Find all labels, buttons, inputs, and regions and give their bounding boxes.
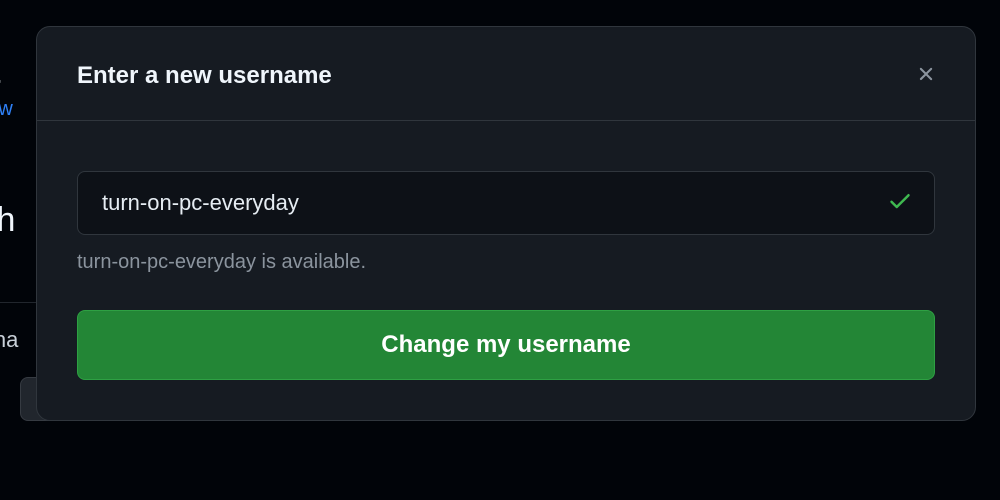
modal-header: Enter a new username [37, 27, 975, 121]
close-button[interactable] [907, 55, 945, 96]
modal-title: Enter a new username [77, 62, 332, 90]
change-username-button[interactable]: Change my username [77, 310, 935, 380]
close-icon [915, 63, 937, 88]
username-input-wrapper [77, 171, 935, 235]
availability-status: turn-on-pc-everyday is available. [77, 251, 935, 274]
modal-body: turn-on-pc-everyday is available. Change… [37, 121, 975, 420]
check-icon [887, 188, 913, 219]
change-username-modal: Enter a new username turn-on-pc-everyday… [36, 26, 976, 421]
username-input[interactable] [77, 171, 935, 235]
